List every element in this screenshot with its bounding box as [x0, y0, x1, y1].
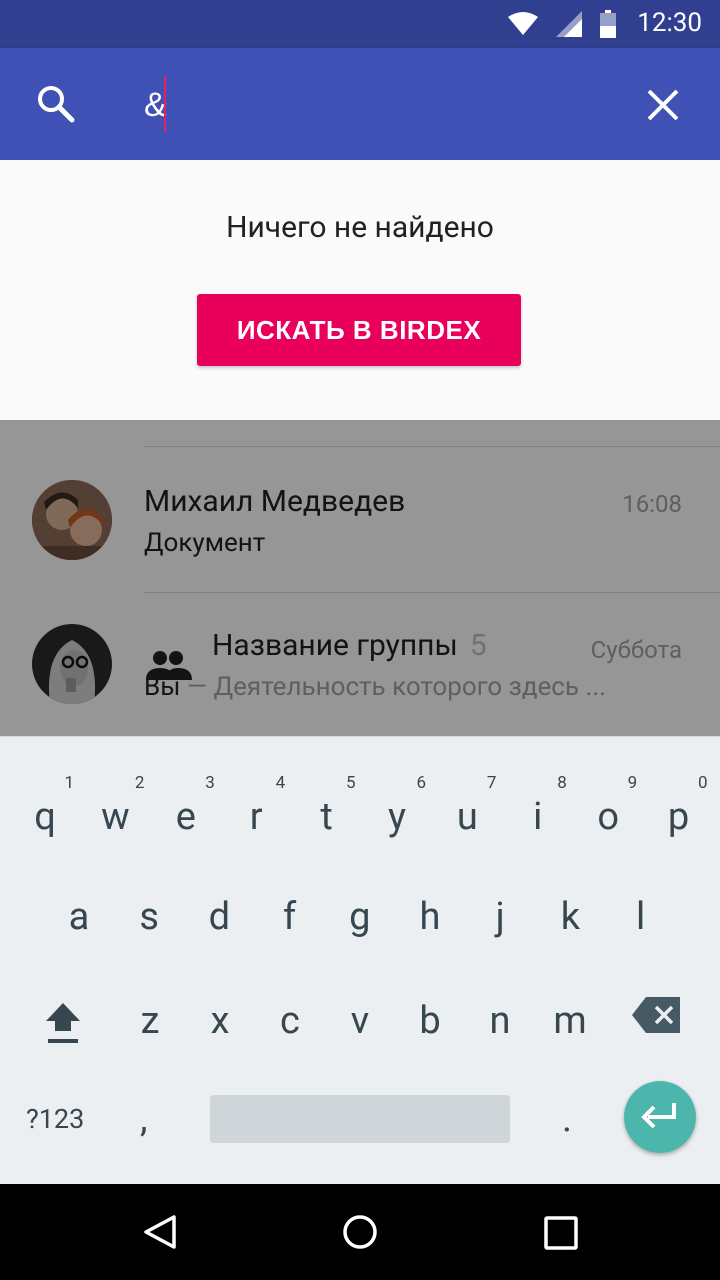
key-z[interactable]: z	[115, 977, 185, 1077]
key-label: z	[140, 999, 160, 1043]
key-label: n	[489, 999, 511, 1043]
key-number-hint: 4	[275, 773, 286, 793]
search-app-bar	[0, 48, 720, 160]
key-l[interactable]: l	[606, 873, 676, 973]
search-in-birdex-button[interactable]: ИСКАТЬ В BIRDEX	[197, 294, 521, 366]
key-i[interactable]: 8i	[503, 773, 573, 873]
status-time: 12:30	[637, 8, 702, 38]
backspace-icon[interactable]	[632, 997, 680, 1033]
key-s[interactable]: s	[114, 873, 184, 973]
key-o[interactable]: 9o	[573, 773, 643, 873]
shift-key-icon[interactable]	[44, 1001, 82, 1045]
key-label: p	[667, 795, 690, 839]
key-number-hint: 1	[64, 773, 74, 793]
key-label: m	[553, 999, 587, 1043]
key-number-hint: 2	[134, 773, 145, 793]
home-icon[interactable]	[342, 1214, 378, 1250]
key-u[interactable]: 7u	[432, 773, 502, 873]
battery-icon	[600, 10, 616, 38]
enter-key[interactable]	[624, 1081, 696, 1153]
wifi-icon	[508, 12, 538, 35]
key-c[interactable]: c	[255, 977, 325, 1077]
key-label: o	[597, 795, 620, 839]
key-f[interactable]: f	[255, 873, 325, 973]
back-icon[interactable]	[142, 1214, 178, 1250]
key-n[interactable]: n	[465, 977, 535, 1077]
recent-apps-icon[interactable]	[544, 1216, 578, 1250]
key-j[interactable]: j	[465, 873, 535, 973]
key-b[interactable]: b	[395, 977, 465, 1077]
dim-overlay	[0, 420, 720, 736]
no-results-message: Ничего не найдено	[226, 210, 494, 245]
space-bar[interactable]	[210, 1095, 510, 1143]
key-number-hint: 9	[627, 773, 638, 793]
navigation-bar	[0, 1184, 720, 1280]
key-label: q	[34, 795, 56, 839]
key-label: x	[210, 999, 230, 1043]
key-p[interactable]: 0p	[644, 773, 714, 873]
key-label: a	[68, 895, 90, 939]
key-e[interactable]: 3e	[151, 773, 221, 873]
key-y[interactable]: 6y	[362, 773, 432, 873]
period-key[interactable]: .	[562, 1097, 572, 1141]
key-label: j	[495, 895, 505, 939]
key-w[interactable]: 2w	[80, 773, 150, 873]
key-label: s	[139, 895, 159, 939]
key-label: v	[350, 999, 370, 1043]
key-k[interactable]: k	[535, 873, 605, 973]
key-t[interactable]: 5t	[292, 773, 362, 873]
enter-icon	[641, 1103, 676, 1129]
key-label: c	[280, 999, 300, 1043]
key-q[interactable]: 1q	[10, 773, 80, 873]
key-number-hint: 6	[416, 773, 426, 793]
key-m[interactable]: m	[535, 977, 605, 1077]
key-x[interactable]: x	[185, 977, 255, 1077]
text-cursor	[164, 76, 166, 132]
key-label: t	[320, 795, 333, 839]
status-bar: 12:30	[0, 0, 720, 48]
symbols-key[interactable]: ?123	[26, 1103, 84, 1135]
key-label: w	[101, 795, 130, 839]
key-label: u	[456, 795, 478, 839]
key-g[interactable]: g	[325, 873, 395, 973]
status-icons	[508, 10, 616, 38]
key-d[interactable]: d	[184, 873, 254, 973]
key-label: h	[419, 895, 441, 939]
key-number-hint: 8	[557, 773, 567, 793]
key-v[interactable]: v	[325, 977, 395, 1077]
key-label: b	[419, 999, 441, 1043]
comma-key[interactable]: ,	[140, 1097, 147, 1141]
key-label: f	[282, 895, 297, 939]
key-label: i	[533, 795, 543, 839]
key-number-hint: 5	[346, 773, 356, 793]
empty-results-panel: Ничего не найдено ИСКАТЬ В BIRDEX	[0, 160, 720, 420]
key-label: g	[349, 895, 371, 939]
soft-keyboard: 1q2w3e4r5t6y7u8i9o0p asdfghjkl zxcvbnm ?…	[0, 736, 720, 1185]
key-a[interactable]: a	[44, 873, 114, 973]
key-number-hint: 7	[486, 773, 497, 793]
key-h[interactable]: h	[395, 873, 465, 973]
key-label: r	[249, 795, 263, 839]
key-label: e	[175, 795, 196, 839]
key-label: l	[635, 895, 646, 939]
search-input[interactable]	[142, 78, 606, 132]
key-number-hint: 0	[698, 773, 708, 793]
key-label: d	[208, 895, 231, 939]
key-label: k	[560, 895, 581, 939]
search-icon[interactable]	[36, 84, 76, 124]
key-number-hint: 3	[205, 773, 215, 793]
close-icon[interactable]	[646, 88, 680, 122]
key-label: y	[388, 795, 406, 839]
cellular-signal-icon	[556, 11, 582, 37]
key-r[interactable]: 4r	[221, 773, 291, 873]
